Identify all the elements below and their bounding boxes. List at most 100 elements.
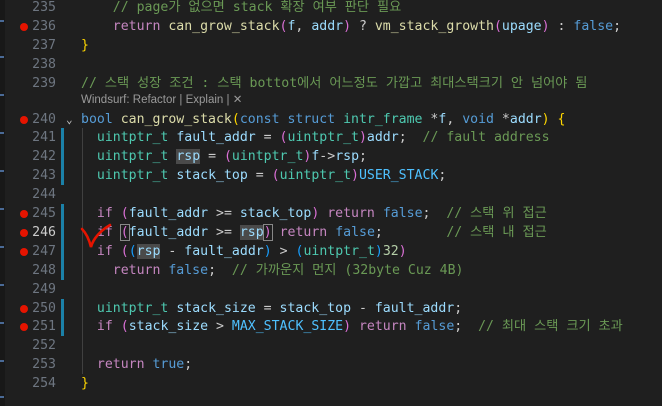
code-text: return false; // 가까운지 먼지 (32byte Cuz 4B): [81, 261, 464, 280]
code-line[interactable]: 250 uintptr_t stack_size = stack_top - f…: [0, 299, 662, 318]
code-line[interactable]: 240 ⌄ bool can_grow_stack(const struct int…: [0, 110, 662, 129]
code-line[interactable]: 249: [0, 280, 662, 299]
code-token: addr: [366, 130, 399, 146]
code-line[interactable]: 248 return false; // 가까운지 먼지 (32byte Cuz…: [0, 261, 662, 280]
code-token: ): [541, 18, 550, 34]
code-token: *: [422, 111, 439, 127]
code-token: (: [231, 111, 240, 127]
line-number: 236: [32, 18, 56, 34]
code-token: return: [112, 18, 161, 34]
line-number: 240: [32, 111, 56, 127]
code-token: // 최대 스택 크기 초과: [478, 319, 623, 335]
code-token: -: [160, 243, 185, 259]
code-token: (: [120, 243, 129, 259]
code-token: rsp: [335, 149, 360, 165]
annotation-checkmark-icon: [80, 223, 112, 248]
code-line[interactable]: 242 uintptr_t rsp = (uintptr_t)f->rsp;: [0, 147, 662, 166]
codelens[interactable]: Windsurf: Refactor | Explain | ✕: [81, 92, 242, 106]
line-number: 235: [32, 0, 56, 15]
code-line[interactable]: 244: [0, 185, 662, 204]
code-line[interactable]: 252: [0, 336, 662, 355]
code-token: ;: [184, 357, 193, 373]
line-number: 242: [32, 149, 56, 165]
line-number: 249: [32, 281, 56, 297]
code-token: false: [335, 224, 375, 240]
code-line[interactable]: 243 uintptr_t stack_top = (uintptr_t)USE…: [0, 166, 662, 185]
code-token: ): [374, 243, 383, 259]
code-token: -: [351, 300, 375, 316]
line-number: 250: [32, 300, 56, 316]
code-token: (: [223, 149, 232, 165]
code-token: {: [557, 111, 566, 127]
code-token: ): [351, 168, 359, 184]
code-line[interactable]: 251 if (stack_size > MAX_STACK_SIZE) ret…: [0, 317, 662, 336]
line-number: 248: [32, 262, 56, 278]
code-token: ): [343, 319, 352, 335]
code-line[interactable]: 253 return true;: [0, 355, 662, 374]
code-token: return: [358, 319, 407, 335]
code-line[interactable]: 235 // page가 없으면 stack 확장 여부 판단 필요: [0, 0, 662, 17]
code-token: if: [96, 206, 113, 221]
code-token: return: [96, 357, 145, 373]
code-token: >: [271, 243, 296, 259]
code-text: if (fault_addr >= rsp) return false; // …: [81, 223, 547, 242]
line-number: 247: [32, 243, 56, 259]
code-token: >: [208, 319, 232, 335]
code-token: >=: [208, 224, 240, 240]
line-number: 241: [32, 130, 56, 146]
code-token: // fault address: [422, 130, 550, 146]
code-token: USER_STACK: [358, 168, 439, 184]
code-token: ;: [398, 130, 423, 146]
code-token: struct: [287, 111, 336, 127]
line-number: 245: [32, 206, 56, 221]
code-token: 32: [382, 243, 399, 259]
code-text: return can_grow_stack(f, addr) ? vm_stac…: [81, 17, 621, 36]
code-line[interactable]: 237}: [0, 36, 662, 55]
code-token: ;: [359, 149, 367, 165]
line-number: 252: [32, 338, 56, 354]
code-token: fault_addr: [128, 206, 209, 221]
close-icon[interactable]: ✕: [233, 94, 243, 106]
code-token: ): [262, 223, 273, 241]
code-token: ;: [208, 262, 232, 278]
code-line[interactable]: 238: [0, 55, 662, 74]
code-text: uintptr_t rsp = (uintptr_t)f->rsp;: [81, 147, 367, 166]
code-token: stack_size: [176, 300, 256, 316]
code-token: false: [573, 18, 614, 34]
line-number: 251: [32, 319, 56, 335]
code-token: intr_frame: [343, 111, 423, 127]
code-token: can_grow_stack: [120, 111, 232, 127]
line-number: 254: [32, 376, 56, 392]
code-token: stack_size: [128, 319, 209, 335]
modified-lines-marker: [61, 298, 64, 337]
codelens-windsurf-actions[interactable]: Windsurf: Refactor | Explain |: [81, 94, 233, 106]
code-token: // 스택 성장 조건 : 스택 bottot에서 어느정도 가깝고 최대스택크…: [81, 75, 588, 91]
code-line[interactable]: 241 uintptr_t fault_addr = (uintptr_t)ad…: [0, 128, 662, 147]
code-token: :: [549, 18, 574, 34]
line-number: 253: [32, 357, 56, 373]
code-token: rsp: [136, 243, 161, 259]
code-token: uintptr_t: [231, 149, 304, 165]
code-token: rsp: [176, 149, 201, 165]
code-token: if: [96, 319, 113, 335]
code-token: (: [119, 223, 130, 241]
code-text: }: [81, 374, 89, 393]
code-token: ): [541, 111, 550, 127]
code-token: ): [263, 243, 272, 259]
code-line[interactable]: 239 // 스택 성장 조건 : 스택 bottot에서 어느정도 가깝고 최대…: [0, 74, 662, 93]
code-token: =: [255, 130, 280, 146]
code-token: void: [462, 111, 494, 127]
code-line[interactable]: 236 return can_grow_stack(f, addr) ? vm_…: [0, 17, 662, 36]
code-token: ;: [422, 206, 447, 221]
fold-chevron-icon[interactable]: ⌄: [66, 110, 73, 129]
indent-guide: [82, 128, 83, 375]
code-line[interactable]: 254}: [0, 374, 662, 393]
